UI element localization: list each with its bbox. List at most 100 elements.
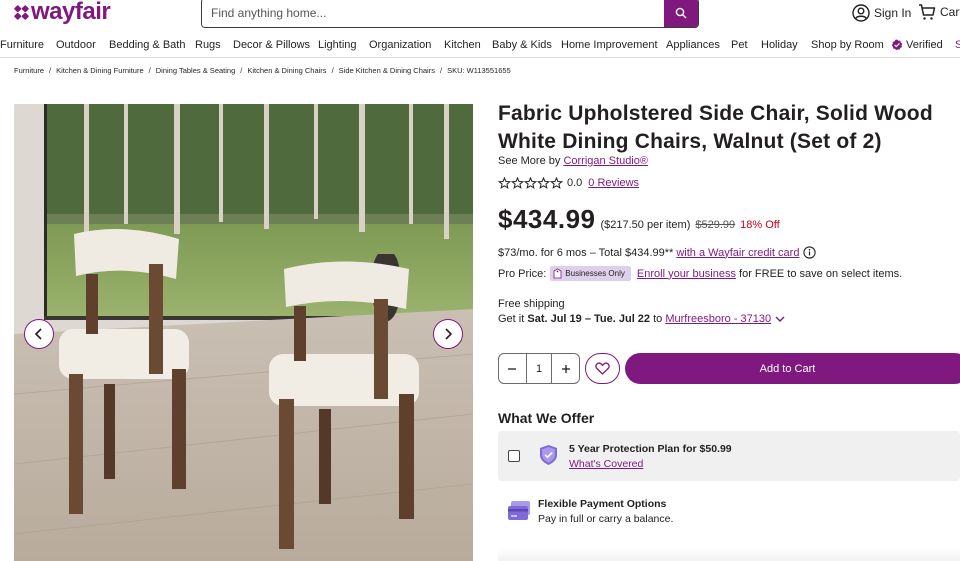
nav-item-outdoor[interactable]: Outdoor (56, 39, 96, 51)
heart-icon (595, 362, 610, 375)
search-input[interactable] (202, 0, 664, 27)
product-title: Fabric Upholstered Side Chair, Solid Woo… (498, 102, 933, 153)
payment-options-title: Flexible Payment Options (538, 498, 667, 510)
nav-item-verified[interactable]: Verified (891, 39, 943, 51)
per-item-price: ($217.50 per item) (600, 219, 691, 231)
brand-link[interactable]: Corrigan Studio® (563, 155, 648, 167)
star-outline-icon (524, 177, 537, 189)
breadcrumb-item[interactable]: Kitchen & Dining Chairs (247, 66, 326, 75)
free-shipping-label: Free shipping (498, 298, 565, 310)
see-more-label: See More by (498, 155, 561, 167)
breadcrumb-separator: / (148, 66, 151, 75)
breadcrumb-item[interactable]: Dining Tables & Seating (156, 66, 236, 75)
financing-row: $73/mo. for 6 mos – Total $434.99** with… (498, 246, 817, 259)
see-more-by: See More by Corrigan Studio® (498, 155, 648, 167)
next-image-button[interactable] (433, 319, 463, 349)
nav-item-overflow[interactable]: S (955, 39, 960, 51)
section-divider (498, 548, 960, 561)
badge-label: Businesses Only (565, 269, 625, 278)
star-outline-icon (498, 177, 511, 189)
credit-card-link[interactable]: with a Wayfair credit card (676, 247, 799, 259)
to-label: to (653, 313, 663, 325)
enroll-business-link[interactable]: Enroll your business (637, 268, 736, 280)
site-header: wayfair Sign In Cart (0, 0, 960, 30)
sign-in-label: Sign In (874, 6, 912, 20)
product-image-gallery[interactable] (14, 104, 473, 561)
verified-label: Verified (906, 39, 943, 51)
search-button[interactable] (664, 0, 698, 27)
nav-item-shop-by-room[interactable]: Shop by Room (811, 39, 884, 51)
reviews-link[interactable]: 0 Reviews (588, 177, 639, 189)
nav-item-lighting[interactable]: Lighting (318, 39, 357, 51)
favorite-button[interactable] (585, 353, 620, 384)
quantity-value[interactable]: 1 (525, 354, 553, 383)
increase-quantity-button[interactable] (552, 354, 579, 383)
search-bar (201, 0, 699, 28)
flexible-payment-row: Flexible Payment Options Pay in full or … (498, 497, 960, 537)
pro-suffix: for FREE to save on select items. (739, 267, 903, 280)
financing-text: $73/mo. for 6 mos – Total $434.99** (498, 246, 674, 259)
decrease-quantity-button[interactable] (499, 354, 526, 383)
star-rating[interactable] (498, 177, 563, 189)
breadcrumb-separator: / (331, 66, 334, 75)
category-nav: Furniture Outdoor Bedding & Bath Rugs De… (0, 36, 960, 58)
protection-plan-title: 5 Year Protection Plan for $50.99 (569, 443, 732, 455)
nav-item-rugs[interactable]: Rugs (195, 39, 221, 51)
logo-text: wayfair (31, 0, 111, 25)
breadcrumb-separator: / (49, 66, 52, 75)
nav-item-appliances[interactable]: Appliances (666, 39, 720, 51)
nav-item-furniture[interactable]: Furniture (0, 39, 44, 51)
nav-item-baby-kids[interactable]: Baby & Kids (492, 39, 552, 51)
pro-price-label: Pro Price: (498, 267, 547, 280)
nav-item-decor-pillows[interactable]: Decor & Pillows (233, 39, 310, 51)
rating-row: 0.0 0 Reviews (498, 177, 639, 189)
search-icon (675, 7, 687, 19)
chevron-right-icon (445, 328, 453, 340)
cart-link[interactable]: Cart (918, 3, 960, 21)
nav-item-organization[interactable]: Organization (369, 39, 431, 51)
minus-icon (508, 367, 517, 370)
breadcrumb-separator: / (240, 66, 243, 75)
nav-item-pet[interactable]: Pet (731, 39, 748, 51)
sign-in-link[interactable]: Sign In (852, 4, 911, 22)
previous-image-button[interactable] (24, 319, 54, 349)
account-icon (852, 4, 870, 22)
offer-heading: What We Offer (498, 410, 595, 426)
protection-plan-card: 5 Year Protection Plan for $50.99 What's… (498, 431, 960, 481)
nav-item-bedding-bath[interactable]: Bedding & Bath (109, 39, 185, 51)
cart-icon (919, 4, 936, 20)
breadcrumb-separator: / (439, 66, 443, 75)
quantity-stepper: 1 (498, 353, 580, 384)
credit-card-icon (508, 501, 530, 520)
breadcrumb: Furniture / Kitchen & Dining Furniture / Din… (14, 66, 511, 75)
chevron-left-icon (34, 328, 42, 340)
star-outline-icon (511, 177, 524, 189)
tag-icon (553, 268, 562, 279)
wayfair-logo[interactable]: wayfair (14, 0, 111, 25)
product-image (14, 104, 473, 561)
pro-price-row: Pro Price: Businesses Only Enroll your b… (498, 266, 902, 281)
sku-label: SKU: W113551655 (447, 66, 511, 75)
protection-plan-checkbox[interactable] (508, 450, 520, 462)
rating-score: 0.0 (567, 177, 583, 189)
discount-label: 18% Off (740, 219, 780, 231)
star-outline-icon (537, 177, 550, 189)
add-to-cart-button[interactable]: Add to Cart (625, 353, 960, 384)
get-it-label: Get it (498, 313, 525, 325)
info-icon[interactable] (803, 246, 817, 259)
logo-mark-icon (14, 4, 29, 20)
breadcrumb-item[interactable]: Side Kitchen & Dining Chairs (339, 66, 435, 75)
businesses-only-badge: Businesses Only (550, 266, 631, 281)
breadcrumb-item[interactable]: Furniture (14, 66, 44, 75)
whats-covered-link[interactable]: What's Covered (569, 458, 643, 470)
nav-item-home-improvement[interactable]: Home Improvement (561, 39, 658, 51)
sale-price: $434.99 (498, 204, 596, 234)
breadcrumb-item[interactable]: Kitchen & Dining Furniture (56, 66, 144, 75)
chevron-down-icon[interactable] (775, 315, 785, 323)
location-link[interactable]: Murfreesboro - 37130 (665, 313, 771, 325)
shield-check-icon (540, 445, 557, 465)
list-price: $529.99 (695, 219, 736, 231)
nav-item-kitchen[interactable]: Kitchen (444, 39, 481, 51)
payment-options-subtitle: Pay in full or carry a balance. (538, 513, 674, 525)
nav-item-holiday[interactable]: Holiday (761, 39, 798, 51)
